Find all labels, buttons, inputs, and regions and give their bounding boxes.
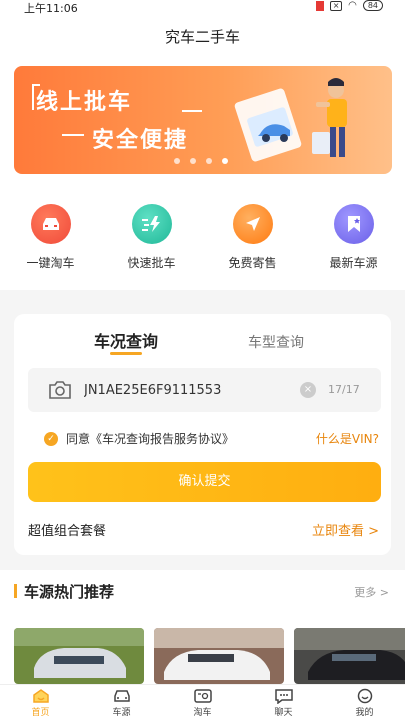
tab-label: 淘车 (193, 708, 212, 718)
tab-label: 我的 (355, 708, 374, 718)
lightning-icon (131, 204, 172, 244)
promo-banner[interactable]: 线上批车 安全便捷 (14, 66, 392, 174)
confirm-button[interactable]: 确认提交 (28, 462, 381, 502)
banner-line1: 线上批车 (36, 90, 133, 115)
pagination-dot[interactable] (206, 158, 212, 164)
tab-label: 车源 (112, 708, 131, 718)
tab-condition-query[interactable]: 车况查询 (94, 328, 158, 352)
agreement-text[interactable]: 同意《车况查询报告服务协议》 (66, 430, 234, 447)
battery-icon: 84 (362, 0, 383, 11)
tab-profile[interactable]: 我的 (324, 685, 405, 720)
quick-item-pifa[interactable]: 快速批车 (101, 204, 202, 271)
app-title: 究车二手车 (164, 28, 240, 46)
car-list (14, 628, 405, 684)
tab-label: 聊天 (274, 708, 293, 718)
camera-icon[interactable] (48, 380, 72, 400)
quick-label: 免费寄售 (228, 256, 277, 270)
tab-home[interactable]: 首页 (0, 685, 81, 720)
vin-input[interactable] (84, 380, 284, 400)
car-icon (30, 204, 71, 244)
clear-icon[interactable]: × (300, 382, 316, 398)
send-icon (232, 204, 273, 244)
tab-indicator (110, 352, 142, 355)
banner-pagination (174, 158, 228, 164)
sim-icon: × (330, 0, 343, 11)
package-link[interactable]: 立即查看 > (312, 520, 379, 539)
more-link[interactable]: 更多 > (354, 584, 389, 600)
pagination-dot[interactable] (190, 158, 196, 164)
quick-item-zuixin[interactable]: 最新车源 (303, 204, 404, 271)
quick-item-taoche[interactable]: 一键淘车 (0, 204, 101, 271)
bottom-tab-bar: 首页 车源 淘车 聊天 我的 (0, 684, 405, 720)
quick-item-jishou[interactable]: 免费寄售 (202, 204, 303, 271)
checkbox-checked-icon[interactable]: ✓ (44, 431, 58, 446)
vin-char-count: 17/17 (328, 383, 360, 396)
quick-label: 一键淘车 (26, 256, 75, 270)
search-car-icon (193, 689, 212, 703)
banner-line2: 安全便捷 (92, 128, 189, 153)
vin-help-link[interactable]: 什么是VIN? (316, 430, 379, 447)
status-icons: × ◠ 84 (316, 0, 383, 11)
bookmark-icon (333, 204, 374, 244)
pagination-dot-active[interactable] (222, 158, 228, 164)
package-label: 超值组合套餐 (28, 524, 107, 539)
query-card: 车况查询 车型查询 × 17/17 ✓ 同意《车况查询报告服务协议》 什么是VI… (14, 314, 391, 555)
chat-icon (274, 689, 293, 704)
agreement-row[interactable]: ✓ 同意《车况查询报告服务协议》 (44, 430, 234, 447)
quick-label: 最新车源 (329, 256, 378, 270)
tab-search-car[interactable]: 淘车 (162, 685, 243, 720)
car-thumbnail[interactable] (294, 628, 405, 684)
section-title: 车源热门推荐 (24, 583, 115, 601)
pagination-dot[interactable] (174, 158, 180, 164)
status-bar: 上午11:06 × ◠ 84 (0, 0, 405, 15)
quick-actions: 一键淘车 快速批车 免费寄售 最新车源 (0, 204, 405, 271)
car-thumbnail[interactable] (14, 628, 144, 684)
alert-icon (316, 0, 325, 11)
home-icon (32, 689, 49, 703)
vin-field: × 17/17 (28, 368, 381, 412)
hot-cars-section: 车源热门推荐 更多 > (0, 570, 405, 684)
profile-icon (357, 688, 372, 704)
tab-model-query[interactable]: 车型查询 (248, 332, 304, 352)
tab-chat[interactable]: 聊天 (243, 685, 324, 720)
tab-car-source[interactable]: 车源 (81, 685, 162, 720)
banner-illustration (234, 78, 347, 162)
quick-label: 快速批车 (127, 256, 176, 270)
car-source-icon (113, 690, 130, 702)
wifi-icon: ◠ (348, 0, 357, 11)
tab-label: 首页 (31, 708, 50, 718)
car-thumbnail[interactable] (154, 628, 284, 684)
header-section: 究车二手车 线上批车 安全便捷 一键淘车 快速批车 免费寄售 最新车源 (0, 14, 405, 290)
